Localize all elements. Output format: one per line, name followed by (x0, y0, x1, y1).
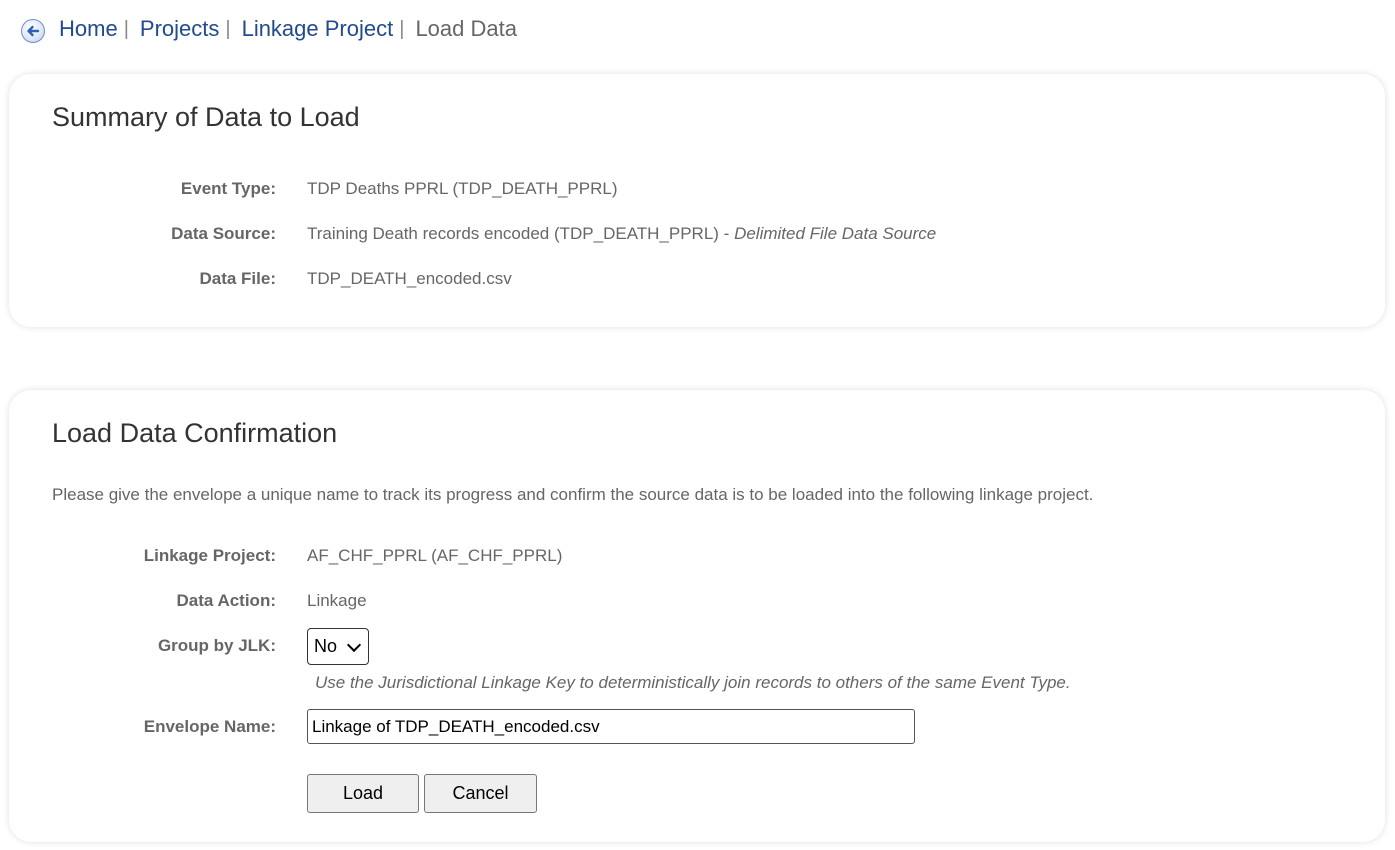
data-file-value: TDP_DEATH_encoded.csv (307, 269, 512, 288)
breadcrumb-separator: | (123, 17, 129, 40)
group-by-jlk-selected-value: No (314, 636, 338, 656)
page: Home | Projects | Linkage Project | Load… (0, 0, 1395, 850)
event-type-label: Event Type: (180, 179, 276, 198)
data-file-row: Data File: TDP_DEATH_encoded.csv (9, 267, 1385, 291)
data-source-value: Training Death records encoded (TDP_DEAT… (307, 222, 936, 246)
event-type-value: TDP Deaths PPRL (TDP_DEATH_PPRL) (307, 179, 618, 198)
group-by-jlk-select[interactable]: No (307, 628, 369, 665)
cancel-button[interactable]: Cancel (424, 774, 537, 813)
breadcrumb: Home | Projects | Linkage Project | Load… (21, 14, 517, 44)
data-source-row: Data Source: Training Death records enco… (9, 222, 1385, 246)
confirmation-panel: Load Data Confirmation Please give the e… (9, 390, 1385, 842)
back-arrow-glyph (27, 25, 40, 36)
event-type-row: Event Type: TDP Deaths PPRL (TDP_DEATH_P… (9, 177, 1385, 201)
breadcrumb-separator: | (225, 17, 231, 40)
breadcrumb-linkage-project-link[interactable]: Linkage Project (242, 16, 394, 42)
load-button[interactable]: Load (307, 774, 419, 813)
group-by-jlk-row: Group by JLK: (9, 634, 1385, 658)
linkage-project-value: AF_CHF_PPRL (AF_CHF_PPRL) (307, 546, 563, 565)
breadcrumb-home-link[interactable]: Home (59, 16, 118, 42)
data-action-row: Data Action: Linkage (9, 589, 1385, 613)
chevron-down-icon (346, 637, 362, 653)
data-action-label: Data Action: (176, 591, 277, 610)
group-by-jlk-label: Group by JLK: (157, 636, 276, 655)
confirmation-title: Load Data Confirmation (52, 418, 338, 448)
confirmation-intro: Please give the envelope a unique name t… (52, 485, 1094, 504)
data-action-value: Linkage (307, 591, 367, 610)
data-source-label: Data Source: (171, 224, 276, 243)
linkage-project-row: Linkage Project: AF_CHF_PPRL (AF_CHF_PPR… (9, 544, 1385, 568)
data-file-label: Data File: (199, 269, 276, 288)
back-arrow-icon[interactable] (21, 18, 45, 43)
envelope-name-label: Envelope Name: (143, 717, 276, 736)
breadcrumb-current-page: Load Data (415, 16, 517, 41)
breadcrumb-projects-link[interactable]: Projects (140, 16, 219, 42)
data-source-type: Delimited File Data Source (734, 224, 937, 243)
data-source-name: Training Death records encoded (TDP_DEAT… (307, 224, 735, 243)
group-by-jlk-hint: Use the Jurisdictional Linkage Key to de… (315, 673, 1071, 692)
breadcrumb-separator: | (399, 17, 405, 40)
linkage-project-label: Linkage Project: (143, 546, 276, 565)
envelope-name-input[interactable] (307, 709, 915, 744)
summary-title: Summary of Data to Load (52, 102, 360, 132)
summary-panel: Summary of Data to Load Event Type: TDP … (9, 74, 1385, 327)
